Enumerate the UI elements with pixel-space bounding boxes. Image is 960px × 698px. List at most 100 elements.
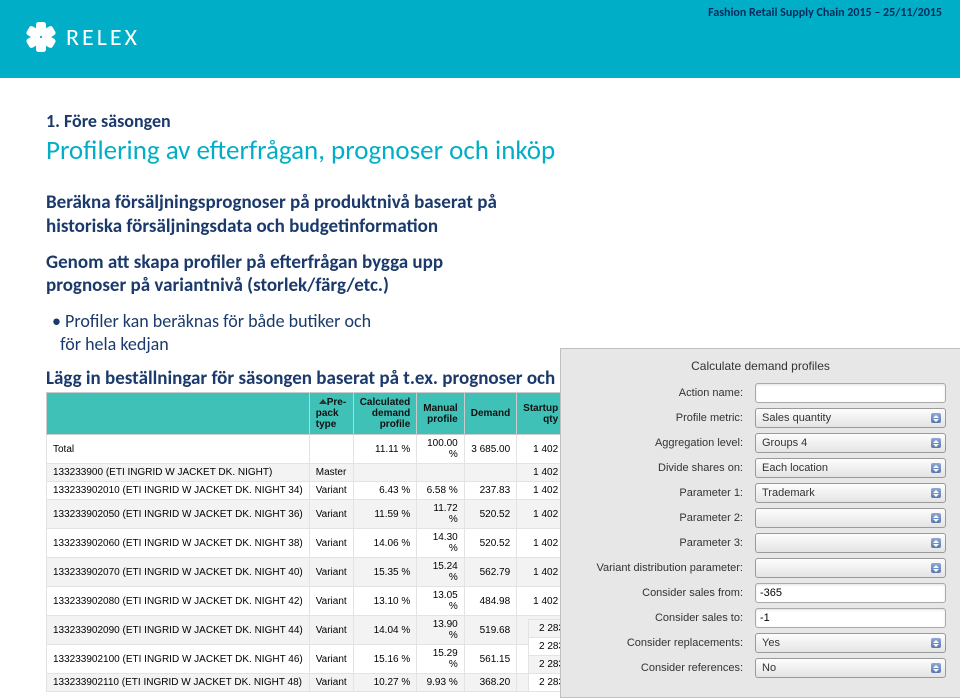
cell: 15.16 %	[353, 645, 417, 674]
cell: 15.24 %	[417, 558, 464, 587]
cell: 1 402	[517, 435, 565, 464]
table-row[interactable]: 133233900 (ETI INGRID W JACKET DK. NIGHT…	[47, 464, 565, 482]
table-row[interactable]: 133233902110 (ETI INGRID W JACKET DK. NI…	[47, 674, 565, 692]
cell: Master	[309, 464, 353, 482]
select-references[interactable]: No	[755, 658, 946, 678]
cell: 133233902070 (ETI INGRID W JACKET DK. NI…	[47, 558, 310, 587]
label-ref: Consider references:	[575, 662, 755, 674]
th-manual[interactable]: Manual profile	[417, 393, 464, 435]
cell: 6.43 %	[353, 482, 417, 500]
cell: 11.72 %	[417, 500, 464, 529]
cell: 15.35 %	[353, 558, 417, 587]
cell: 13.05 %	[417, 587, 464, 616]
th-startup[interactable]: Startup qty	[517, 393, 565, 435]
cell: 10.27 %	[353, 674, 417, 692]
cell: 1 402	[517, 587, 565, 616]
table-row[interactable]: 133233902010 (ETI INGRID W JACKET DK. NI…	[47, 482, 565, 500]
cell	[353, 464, 417, 482]
p2-line2: prognoser på variantnivå (storlek/färg/e…	[46, 274, 389, 297]
cell: 133233902060 (ETI INGRID W JACKET DK. NI…	[47, 529, 310, 558]
cell: 368.20	[464, 674, 516, 692]
table-header-row: Pre-pack type Calculated demand profile …	[47, 393, 565, 435]
cell: Variant	[309, 674, 353, 692]
cell: 133233902080 (ETI INGRID W JACKET DK. NI…	[47, 587, 310, 616]
cell: 562.79	[464, 558, 516, 587]
cell	[309, 435, 353, 464]
header-meta: Fashion Retail Supply Chain 2015 – 25/11…	[708, 6, 942, 20]
select-aggregation[interactable]: Groups 4	[755, 433, 946, 453]
table-row[interactable]: 133233902060 (ETI INGRID W JACKET DK. NI…	[47, 529, 565, 558]
label-from: Consider sales from:	[575, 587, 755, 599]
cell	[417, 464, 464, 482]
label-p1: Parameter 1:	[575, 487, 755, 499]
label-to: Consider sales to:	[575, 612, 755, 624]
table-row[interactable]: 133233902050 (ETI INGRID W JACKET DK. NI…	[47, 500, 565, 529]
heading-small: 1. Före säsongen	[46, 110, 920, 132]
cell: 520.52	[464, 529, 516, 558]
select-divide-shares[interactable]: Each location	[755, 458, 946, 478]
cell: 9.93 %	[417, 674, 464, 692]
table-row[interactable]: 133233902090 (ETI INGRID W JACKET DK. NI…	[47, 616, 565, 645]
th-calc[interactable]: Calculated demand profile	[353, 393, 417, 435]
logo-text: RELEX	[66, 23, 140, 52]
cell: 133233902050 (ETI INGRID W JACKET DK. NI…	[47, 500, 310, 529]
label-action: Action name:	[575, 387, 755, 399]
th-name[interactable]	[47, 393, 310, 435]
cell: 14.30 %	[417, 529, 464, 558]
select-param2[interactable]	[755, 508, 946, 528]
paragraph-1: Beräkna försäljningsprognoser på produkt…	[46, 191, 566, 239]
cell: 561.15	[464, 645, 516, 674]
th-demand[interactable]: Demand	[464, 393, 516, 435]
bullet-1b: för hela kedjan	[60, 333, 169, 355]
table-row[interactable]: 133233902080 (ETI INGRID W JACKET DK. NI…	[47, 587, 565, 616]
profile-table: Pre-pack type Calculated demand profile …	[46, 392, 565, 692]
select-replacements[interactable]: Yes	[755, 633, 946, 653]
cell: 1 402	[517, 500, 565, 529]
label-vdp: Variant distribution parameter:	[575, 562, 755, 574]
cell: 3 685.00	[464, 435, 516, 464]
cell: 133233902100 (ETI INGRID W JACKET DK. NI…	[47, 645, 310, 674]
cell: Variant	[309, 616, 353, 645]
input-sales-to[interactable]	[755, 608, 946, 628]
calculate-panel: Calculate demand profiles Action name: P…	[560, 348, 960, 698]
sort-icon[interactable]	[316, 397, 327, 408]
table-row[interactable]: Total 11.11 %100.00 %3 685.001 402	[47, 435, 565, 464]
select-variant-dist[interactable]	[755, 558, 946, 578]
cell: 100.00 %	[417, 435, 464, 464]
table-row[interactable]: 133233902070 (ETI INGRID W JACKET DK. NI…	[47, 558, 565, 587]
label-repl: Consider replacements:	[575, 637, 755, 649]
cell	[464, 464, 516, 482]
cell: 6.58 %	[417, 482, 464, 500]
bullet-1a: Profiler kan beräknas för både butiker o…	[65, 310, 371, 332]
cell: Total	[47, 435, 310, 464]
cell: 484.98	[464, 587, 516, 616]
cell: 133233902010 (ETI INGRID W JACKET DK. NI…	[47, 482, 310, 500]
table-row[interactable]: 133233902100 (ETI INGRID W JACKET DK. NI…	[47, 645, 565, 674]
cell: 133233902090 (ETI INGRID W JACKET DK. NI…	[47, 616, 310, 645]
panel-title: Calculate demand profiles	[575, 359, 946, 373]
select-param3[interactable]	[755, 533, 946, 553]
paragraph-2: Genom att skapa profiler på efterfrågan …	[46, 251, 566, 299]
label-agg: Aggregation level:	[575, 437, 755, 449]
cell: 520.52	[464, 500, 516, 529]
logo: RELEX	[26, 22, 140, 52]
cell: Variant	[309, 500, 353, 529]
cell: 14.04 %	[353, 616, 417, 645]
cell: Variant	[309, 529, 353, 558]
cell: 14.06 %	[353, 529, 417, 558]
bullet-1: Profiler kan beräknas för både butiker o…	[52, 310, 552, 355]
cell: 1 402	[517, 558, 565, 587]
label-divide: Divide shares on:	[575, 462, 755, 474]
input-sales-from[interactable]	[755, 583, 946, 603]
select-profile-metric[interactable]: Sales quantity	[755, 408, 946, 428]
th-prepack[interactable]: Pre-pack type	[309, 393, 353, 435]
select-param1[interactable]: Trademark	[755, 483, 946, 503]
input-action-name[interactable]	[755, 383, 946, 403]
cell: 133233900 (ETI INGRID W JACKET DK. NIGHT…	[47, 464, 310, 482]
cell: 237.83	[464, 482, 516, 500]
cell: 15.29 %	[417, 645, 464, 674]
cell: Variant	[309, 587, 353, 616]
cell: 1 402	[517, 529, 565, 558]
cell: 11.11 %	[353, 435, 417, 464]
cell: Variant	[309, 645, 353, 674]
